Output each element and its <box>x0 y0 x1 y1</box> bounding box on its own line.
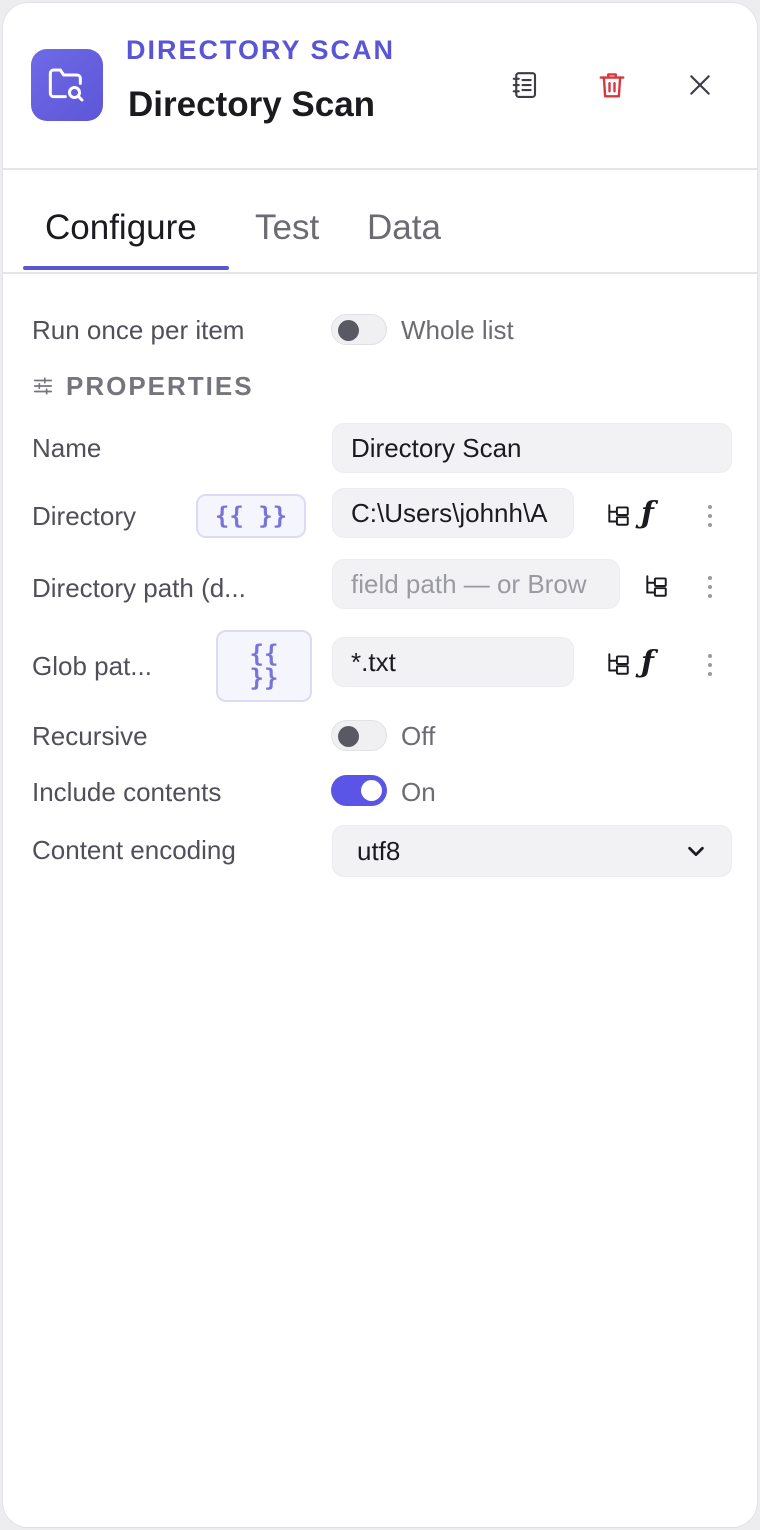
glob-field-picker-button[interactable] <box>603 649 633 679</box>
chevron-down-icon <box>688 846 704 857</box>
content-encoding-select[interactable]: utf8 <box>332 825 732 877</box>
trash-icon <box>599 73 625 98</box>
tab-bar: Configure Test Data <box>3 170 757 274</box>
recursive-state: Off <box>401 721 436 751</box>
tree-picker-icon <box>608 653 629 675</box>
node-type-label: DIRECTORY SCAN <box>126 35 396 65</box>
name-label: Name <box>32 433 102 463</box>
directory-label: Directory <box>32 501 137 531</box>
sliders-icon <box>33 377 53 395</box>
include-contents-toggle[interactable] <box>331 775 387 806</box>
glob-pattern-label: Glob pat... <box>32 651 152 681</box>
directory-more-button[interactable] <box>706 505 714 527</box>
node-title: Directory Scan <box>128 85 376 124</box>
include-contents-label: Include contents <box>32 777 222 807</box>
node-config-panel: DIRECTORY SCAN Directory Scan Configure … <box>2 2 758 1528</box>
expr-open: {{ <box>249 640 279 668</box>
run-once-label: Run once per item <box>32 315 245 345</box>
directory-expression-toggle[interactable]: {{ }} <box>196 494 306 538</box>
tree-picker-icon <box>646 575 667 597</box>
recursive-label: Recursive <box>32 721 148 751</box>
tab-data[interactable]: Data <box>367 208 441 248</box>
active-tab-indicator <box>23 266 229 270</box>
name-input[interactable]: Directory Scan <box>332 423 732 473</box>
panel-header: DIRECTORY SCAN Directory Scan <box>3 3 757 170</box>
directory-field-picker-button[interactable] <box>603 500 633 530</box>
run-once-toggle[interactable] <box>331 314 387 345</box>
glob-more-button[interactable] <box>706 654 714 676</box>
notes-button[interactable] <box>501 61 549 109</box>
include-contents-state: On <box>401 777 436 807</box>
notebook-icon <box>512 72 537 98</box>
close-button[interactable] <box>676 61 724 109</box>
directory-input[interactable]: C:\Users\johnh\A <box>332 488 574 538</box>
tab-configure[interactable]: Configure <box>45 208 197 248</box>
glob-expression-toggle[interactable]: {{ }} <box>216 630 312 702</box>
delete-button[interactable] <box>588 61 636 109</box>
tab-test[interactable]: Test <box>255 208 319 248</box>
folder-search-icon <box>31 49 103 121</box>
directory-path-label: Directory path (d... <box>32 573 246 603</box>
tree-picker-icon <box>608 504 629 526</box>
directory-path-input[interactable]: field path — or Brow <box>332 559 620 609</box>
glob-pattern-input[interactable]: *.txt <box>332 637 574 687</box>
recursive-toggle[interactable] <box>331 720 387 751</box>
toggle-knob <box>338 320 359 341</box>
expr-close: }} <box>249 664 279 692</box>
toggle-knob <box>338 726 359 747</box>
content-encoding-value: utf8 <box>357 835 401 866</box>
glob-function-button[interactable]: ƒ <box>641 645 654 680</box>
directory-function-button[interactable]: ƒ <box>641 496 654 531</box>
properties-section-title: PROPERTIES <box>66 370 254 401</box>
directory-path-more-button[interactable] <box>706 576 714 598</box>
directory-path-field-picker-button[interactable] <box>641 571 671 601</box>
properties-section-header: PROPERTIES <box>32 369 254 403</box>
content-encoding-label: Content encoding <box>32 835 236 865</box>
toggle-knob <box>361 780 382 801</box>
run-once-state: Whole list <box>401 315 514 345</box>
close-icon <box>690 75 710 95</box>
